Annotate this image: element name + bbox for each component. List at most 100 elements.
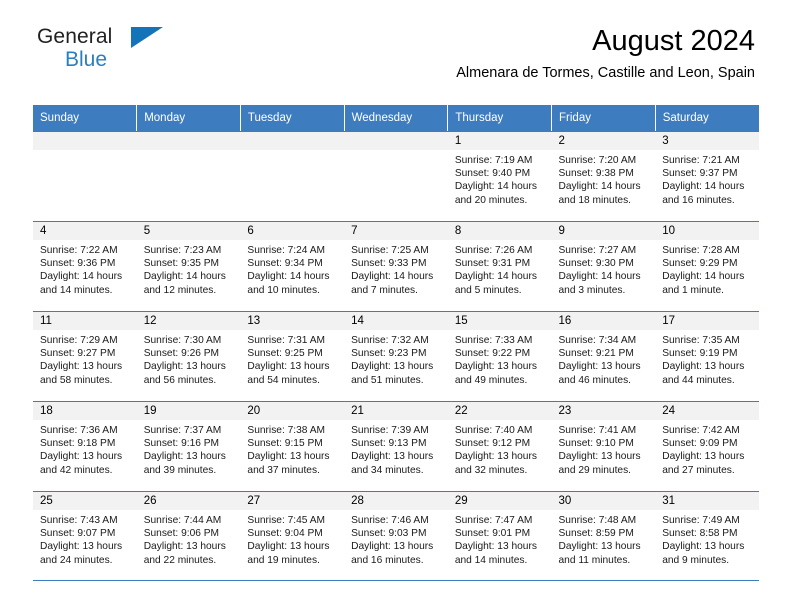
calendar-day-cell: 22 Sunrise: 7:40 AM Sunset: 9:12 PM Dayligh… — [447, 401, 552, 491]
day-cell-21[interactable]: 21 Sunrise: 7:39 AM Sunset: 9:13 PM Dayligh… — [344, 401, 448, 491]
sunrise-text: Sunrise: 7:37 AM — [143, 425, 222, 436]
sunrise-text: Sunrise: 7:41 AM — [558, 425, 637, 436]
calendar-week-row: 1 Sunrise: 7:19 AM Sunset: 9:40 PM Daylight… — [33, 131, 759, 221]
day-cell-8[interactable]: 8 Sunrise: 7:26 AM Sunset: 9:31 PM Daylight… — [447, 221, 552, 311]
day-number: 7 — [344, 222, 448, 240]
weekday-header-sunday: Sunday — [33, 105, 138, 131]
day-cell-24[interactable]: 24 Sunrise: 7:42 AM Sunset: 9:09 PM Dayligh… — [655, 401, 759, 491]
day-cell-4[interactable]: 4 Sunrise: 7:22 AM Sunset: 9:36 PM Daylight… — [33, 221, 137, 311]
daylight-text-line1: Daylight: 13 hours — [662, 541, 745, 553]
day-number — [33, 132, 137, 150]
day-number: 28 — [344, 492, 448, 510]
calendar-day-cell: 17 Sunrise: 7:35 AM Sunset: 9:19 PM Dayligh… — [655, 311, 759, 401]
day-cell-20[interactable]: 20 Sunrise: 7:38 AM Sunset: 9:15 PM Dayligh… — [240, 401, 345, 491]
day-cell-6[interactable]: 6 Sunrise: 7:24 AM Sunset: 9:34 PM Daylight… — [240, 221, 345, 311]
calendar-day-cell: 13 Sunrise: 7:31 AM Sunset: 9:25 PM Dayligh… — [240, 311, 345, 401]
calendar-week-row: 4 Sunrise: 7:22 AM Sunset: 9:36 PM Daylight… — [33, 221, 759, 311]
sunrise-text: Sunrise: 7:27 AM — [558, 245, 637, 256]
calendar-day-cell: 7 Sunrise: 7:25 AM Sunset: 9:33 PM Daylight… — [344, 221, 448, 311]
daylight-text-line2: and 11 minutes. — [558, 554, 631, 566]
daylight-text-line1: Daylight: 14 hours — [558, 271, 641, 283]
daylight-text-line2: and 58 minutes. — [40, 374, 113, 386]
day-sun-info: Sunrise: 7:33 AM Sunset: 9:22 PM Daylight:… — [448, 330, 552, 387]
sunset-text: Sunset: 9:09 PM — [662, 438, 738, 450]
sunrise-text: Sunrise: 7:26 AM — [454, 245, 533, 256]
day-cell-31[interactable]: 31 Sunrise: 7:49 AM Sunset: 8:58 PM Dayligh… — [655, 491, 759, 581]
sunset-text: Sunset: 9:18 PM — [40, 438, 116, 450]
day-number: 11 — [33, 312, 137, 330]
daylight-text-line1: Daylight: 13 hours — [40, 361, 123, 373]
day-cell-7[interactable]: 7 Sunrise: 7:25 AM Sunset: 9:33 PM Daylight… — [344, 221, 448, 311]
day-sun-info: Sunrise: 7:30 AM Sunset: 9:26 PM Daylight:… — [137, 330, 241, 387]
day-sun-info: Sunrise: 7:31 AM Sunset: 9:25 PM Daylight:… — [240, 330, 344, 387]
calendar-day-cell: 16 Sunrise: 7:34 AM Sunset: 9:21 PM Dayligh… — [551, 311, 656, 401]
general-blue-logo[interactable]: General Blue — [37, 26, 227, 72]
sunrise-text: Sunrise: 7:49 AM — [662, 515, 740, 526]
weekday-header-wednesday: Wednesday — [344, 105, 449, 131]
day-number: 27 — [240, 492, 345, 510]
day-number: 21 — [344, 402, 448, 420]
sunrise-text: Sunrise: 7:46 AM — [351, 515, 429, 526]
daylight-text-line1: Daylight: 13 hours — [143, 361, 226, 373]
day-cell-10[interactable]: 10 Sunrise: 7:28 AM Sunset: 9:29 PM Dayligh… — [655, 221, 759, 311]
sunset-text: Sunset: 9:21 PM — [558, 348, 634, 360]
day-cell-11[interactable]: 11 Sunrise: 7:29 AM Sunset: 9:27 PM Dayligh… — [33, 311, 137, 401]
day-number: 8 — [447, 222, 552, 240]
sunset-text: Sunset: 9:31 PM — [454, 258, 531, 270]
sunrise-text: Sunrise: 7:28 AM — [662, 245, 740, 256]
day-sun-info: Sunrise: 7:28 AM Sunset: 9:29 PM Daylight:… — [655, 240, 759, 297]
day-cell-3[interactable]: 3 Sunrise: 7:21 AM Sunset: 9:37 PM Daylight… — [655, 131, 759, 221]
day-cell-12[interactable]: 12 Sunrise: 7:30 AM Sunset: 9:26 PM Dayligh… — [136, 311, 241, 401]
sunset-text: Sunset: 8:59 PM — [558, 528, 634, 540]
day-cell-29[interactable]: 29 Sunrise: 7:47 AM Sunset: 9:01 PM Dayligh… — [447, 491, 552, 581]
day-cell-18[interactable]: 18 Sunrise: 7:36 AM Sunset: 9:18 PM Dayligh… — [33, 401, 137, 491]
day-sun-info: Sunrise: 7:23 AM Sunset: 9:35 PM Daylight:… — [137, 240, 241, 297]
sunset-text: Sunset: 9:29 PM — [662, 258, 738, 270]
day-cell-26[interactable]: 26 Sunrise: 7:44 AM Sunset: 9:06 PM Dayligh… — [136, 491, 241, 581]
day-cell-17[interactable]: 17 Sunrise: 7:35 AM Sunset: 9:19 PM Dayligh… — [655, 311, 759, 401]
day-cell-28[interactable]: 28 Sunrise: 7:46 AM Sunset: 9:03 PM Dayligh… — [344, 491, 448, 581]
calendar-day-cell: 20 Sunrise: 7:38 AM Sunset: 9:15 PM Dayligh… — [240, 401, 345, 491]
weekday-header-row: Sunday Monday Tuesday Wednesday Thursday… — [33, 105, 759, 131]
calendar-day-cell: 23 Sunrise: 7:41 AM Sunset: 9:10 PM Dayligh… — [551, 401, 656, 491]
daylight-text-line1: Daylight: 14 hours — [662, 181, 745, 193]
sunset-text: Sunset: 9:37 PM — [662, 168, 738, 180]
daylight-text-line1: Daylight: 13 hours — [351, 361, 434, 373]
daylight-text-line1: Daylight: 14 hours — [247, 271, 330, 283]
calendar-day-cell: 6 Sunrise: 7:24 AM Sunset: 9:34 PM Daylight… — [240, 221, 345, 311]
day-cell-15[interactable]: 15 Sunrise: 7:33 AM Sunset: 9:22 PM Dayligh… — [447, 311, 552, 401]
day-cell-16[interactable]: 16 Sunrise: 7:34 AM Sunset: 9:21 PM Dayligh… — [551, 311, 656, 401]
sunrise-text: Sunrise: 7:20 AM — [558, 155, 637, 166]
sunset-text: Sunset: 9:26 PM — [143, 348, 220, 360]
daylight-text-line1: Daylight: 13 hours — [247, 361, 330, 373]
day-cell-5[interactable]: 5 Sunrise: 7:23 AM Sunset: 9:35 PM Daylight… — [136, 221, 241, 311]
sunrise-text: Sunrise: 7:40 AM — [454, 425, 533, 436]
calendar-day-cell: 15 Sunrise: 7:33 AM Sunset: 9:22 PM Dayligh… — [447, 311, 552, 401]
daylight-text-line1: Daylight: 13 hours — [558, 451, 641, 463]
day-cell-2[interactable]: 2 Sunrise: 7:20 AM Sunset: 9:38 PM Daylight… — [551, 131, 656, 221]
day-cell-9[interactable]: 9 Sunrise: 7:27 AM Sunset: 9:30 PM Daylight… — [551, 221, 656, 311]
day-cell-19[interactable]: 19 Sunrise: 7:37 AM Sunset: 9:16 PM Dayligh… — [136, 401, 241, 491]
daylight-text-line2: and 24 minutes. — [40, 554, 113, 566]
day-cell-23[interactable]: 23 Sunrise: 7:41 AM Sunset: 9:10 PM Dayligh… — [551, 401, 656, 491]
sunrise-text: Sunrise: 7:23 AM — [143, 245, 222, 256]
day-cell-22[interactable]: 22 Sunrise: 7:40 AM Sunset: 9:12 PM Dayligh… — [447, 401, 552, 491]
daylight-text-line1: Daylight: 14 hours — [454, 271, 537, 283]
day-cell-13[interactable]: 13 Sunrise: 7:31 AM Sunset: 9:25 PM Dayligh… — [240, 311, 345, 401]
day-cell-14[interactable]: 14 Sunrise: 7:32 AM Sunset: 9:23 PM Dayligh… — [344, 311, 448, 401]
sunset-text: Sunset: 9:23 PM — [351, 348, 427, 360]
day-cell-25[interactable]: 25 Sunrise: 7:43 AM Sunset: 9:07 PM Dayligh… — [33, 491, 137, 581]
calendar-day-cell: 5 Sunrise: 7:23 AM Sunset: 9:35 PM Daylight… — [136, 221, 241, 311]
page-subtitle: Almenara de Tormes, Castille and Leon, S… — [456, 65, 755, 81]
day-number: 25 — [33, 492, 137, 510]
daylight-text-line2: and 14 minutes. — [454, 554, 528, 566]
day-cell-30[interactable]: 30 Sunrise: 7:48 AM Sunset: 8:59 PM Dayligh… — [551, 491, 656, 581]
sunrise-text: Sunrise: 7:19 AM — [454, 155, 533, 166]
daylight-text-line1: Daylight: 13 hours — [40, 451, 123, 463]
day-cell-27[interactable]: 27 Sunrise: 7:45 AM Sunset: 9:04 PM Dayligh… — [240, 491, 345, 581]
sunset-text: Sunset: 9:04 PM — [247, 528, 323, 540]
daylight-text-line2: and 46 minutes. — [558, 374, 632, 386]
day-cell-1[interactable]: 1 Sunrise: 7:19 AM Sunset: 9:40 PM Daylight… — [447, 131, 552, 221]
daylight-text-line1: Daylight: 13 hours — [247, 541, 330, 553]
calendar-day-cell: 27 Sunrise: 7:45 AM Sunset: 9:04 PM Dayligh… — [240, 491, 345, 581]
